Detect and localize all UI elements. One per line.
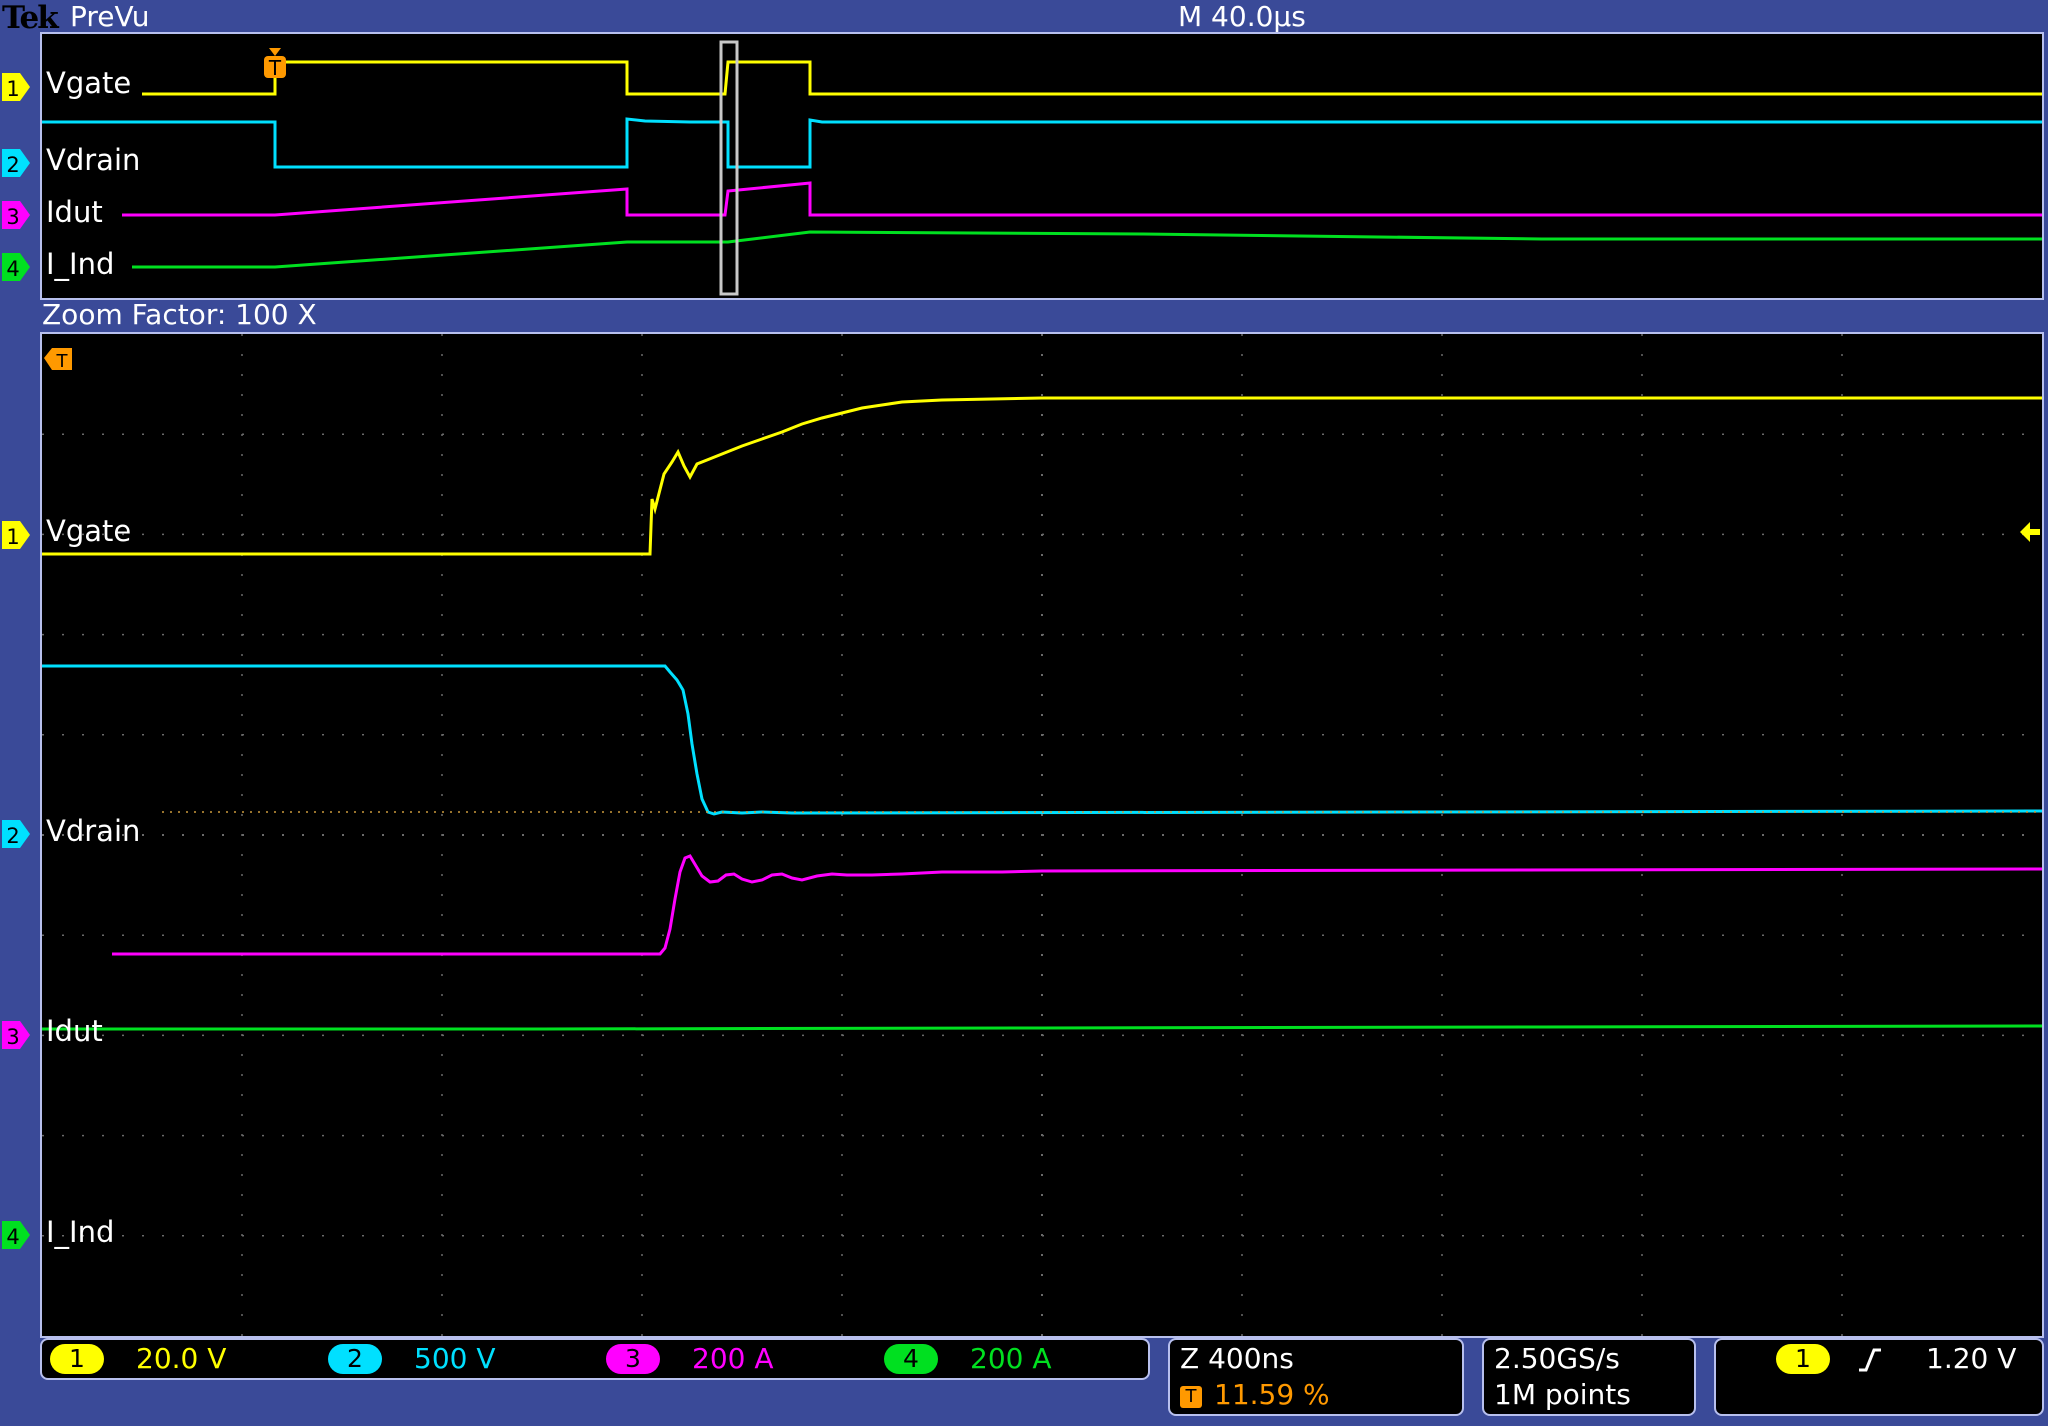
trigger-position-value: 11.59 % bbox=[1214, 1378, 1330, 1411]
overview-waveform-panel[interactable]: T bbox=[40, 32, 2044, 300]
trigger-position-icon: T bbox=[1180, 1386, 1202, 1408]
zoom-graticule-and-waveforms bbox=[42, 334, 2042, 1336]
overview-ch3-marker[interactable]: 3 bbox=[0, 200, 30, 230]
zoom-ch2-marker[interactable]: 2 bbox=[0, 819, 30, 849]
overview-trace-iind bbox=[132, 230, 2042, 269]
overview-trace-idut bbox=[122, 181, 2042, 217]
svg-text:3: 3 bbox=[6, 205, 19, 229]
ch2-scale-badge[interactable]: 2 bbox=[328, 1344, 382, 1374]
ch4-scale-value: 200 A bbox=[970, 1342, 1052, 1375]
trigger-source-badge[interactable]: 1 bbox=[1776, 1344, 1830, 1374]
sample-rate-value: 2.50GS/s bbox=[1494, 1342, 1620, 1375]
ch3-scale-value: 200 A bbox=[692, 1342, 774, 1375]
ch1-scale-value: 20.0 V bbox=[136, 1342, 227, 1375]
record-length-value: 1M points bbox=[1494, 1378, 1631, 1411]
tek-logo: Tek bbox=[2, 0, 59, 36]
zoom-ch4-label: I_Ind bbox=[46, 1215, 115, 1249]
overview-ch4-marker[interactable]: 4 bbox=[0, 252, 30, 282]
zoom-trace-vdrain bbox=[42, 664, 2042, 816]
svg-text:4: 4 bbox=[6, 257, 19, 281]
svg-text:3: 3 bbox=[6, 1025, 19, 1049]
channel-scale-readout[interactable]: 1 20.0 V 2 500 V 3 200 A 4 200 A bbox=[40, 1338, 1150, 1380]
zoom-ch2-label: Vdrain bbox=[46, 814, 141, 848]
overview-ch2-label: Vdrain bbox=[46, 143, 141, 177]
overview-trace-vdrain bbox=[42, 117, 2042, 169]
overview-ch4-label: I_Ind bbox=[46, 247, 115, 281]
svg-text:1: 1 bbox=[6, 525, 19, 549]
ch3-scale-badge[interactable]: 3 bbox=[606, 1344, 660, 1374]
zoom-ch1-label: Vgate bbox=[46, 514, 132, 548]
zoom-ch3-label: Idut bbox=[46, 1014, 103, 1048]
trigger-readout[interactable]: 1 1.20 V bbox=[1714, 1338, 2044, 1416]
zoom-ch4-marker[interactable]: 4 bbox=[0, 1220, 30, 1250]
overview-waveforms bbox=[42, 40, 2042, 296]
zoom-time-value: Z 400ns bbox=[1180, 1342, 1294, 1375]
main-timebase-readout[interactable]: M 40.0µs bbox=[1178, 0, 1306, 33]
overview-ch1-label: Vgate bbox=[46, 66, 132, 100]
trigger-level-value: 1.20 V bbox=[1926, 1342, 2017, 1375]
acquisition-readout[interactable]: 2.50GS/s 1M points bbox=[1482, 1338, 1696, 1416]
acquisition-status: PreVu bbox=[70, 0, 150, 33]
trigger-letter: T bbox=[268, 56, 282, 80]
zoom-timebase-readout[interactable]: Z 400ns T 11.59 % bbox=[1168, 1338, 1464, 1416]
svg-text:1: 1 bbox=[6, 77, 19, 101]
zoom-factor-label: Zoom Factor: 100 X bbox=[42, 298, 317, 331]
rising-edge-icon bbox=[1856, 1346, 1884, 1374]
overview-trace-vgate bbox=[142, 60, 2042, 96]
svg-text:2: 2 bbox=[6, 824, 19, 848]
zoom-trace-idut bbox=[112, 854, 2042, 956]
trigger-level-marker[interactable] bbox=[2020, 520, 2048, 550]
zoom-ch1-marker[interactable]: 1 bbox=[0, 520, 30, 550]
overview-ch2-marker[interactable]: 2 bbox=[0, 148, 30, 178]
zoom-trigger-marker[interactable]: T bbox=[44, 344, 74, 374]
graticule bbox=[42, 334, 2042, 1336]
svg-text:2: 2 bbox=[6, 153, 19, 177]
overview-ch3-label: Idut bbox=[46, 195, 103, 229]
ch4-scale-badge[interactable]: 4 bbox=[884, 1344, 938, 1374]
svg-text:4: 4 bbox=[6, 1225, 19, 1249]
zoom-trace-iind bbox=[42, 1024, 2042, 1031]
ch1-scale-badge[interactable]: 1 bbox=[50, 1344, 104, 1374]
overview-ch1-marker[interactable]: 1 bbox=[0, 72, 30, 102]
overview-trigger-marker[interactable]: T bbox=[260, 48, 290, 80]
svg-text:T: T bbox=[56, 351, 69, 372]
zoom-waveform-panel[interactable]: T bbox=[40, 332, 2044, 1338]
ch2-scale-value: 500 V bbox=[414, 1342, 496, 1375]
zoom-ch3-marker[interactable]: 3 bbox=[0, 1020, 30, 1050]
